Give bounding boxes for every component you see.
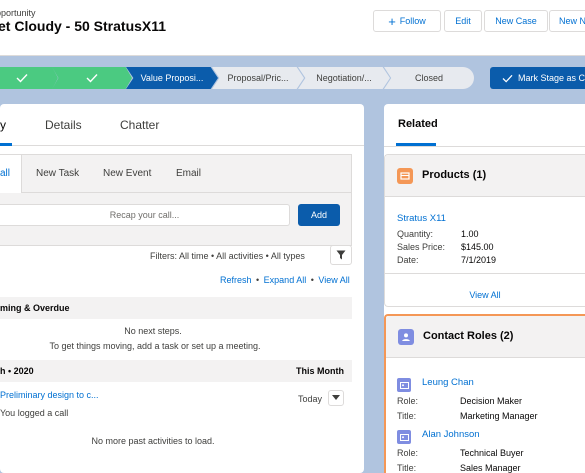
checkmark-icon	[502, 74, 513, 83]
path-stage-complete-2[interactable]	[52, 67, 132, 89]
title-value-1: Marketing Manager	[460, 411, 538, 421]
contact-roles-card: Contact Roles (2) Leung Chan Role: Decis…	[384, 314, 585, 473]
related-tab[interactable]: Related	[398, 118, 438, 130]
contact-roles-title[interactable]: Contact Roles (2)	[423, 330, 513, 342]
new-case-button[interactable]: New Case	[484, 10, 548, 32]
no-more-activities-text: No more past activities to load.	[91, 436, 215, 446]
tab-activity[interactable]: y	[0, 118, 6, 132]
follow-label: Follow	[399, 16, 426, 26]
active-tab-indicator	[0, 143, 12, 146]
contact-card-icon	[397, 430, 411, 444]
role-value-2: Technical Buyer	[460, 448, 524, 458]
tab-email[interactable]: Email	[176, 168, 201, 179]
activity-filters-text: Filters: All time • All activities • All…	[150, 251, 305, 261]
path-stage-complete-1[interactable]	[0, 67, 58, 89]
recap-call-input[interactable]: Recap your call...	[0, 204, 290, 226]
record-header: pportunity et Cloudy - 50 StratusX11 + F…	[0, 0, 585, 56]
object-type-label: pportunity	[0, 8, 36, 18]
edit-button[interactable]: Edit	[444, 10, 482, 32]
contact-roles-header: Contact Roles (2)	[386, 316, 585, 358]
sales-price-label: Sales Price:	[397, 242, 446, 252]
month-label: h • 2020	[0, 366, 34, 376]
date-label: Date:	[397, 255, 419, 265]
month-section-header[interactable]: h • 2020 This Month	[0, 360, 352, 382]
no-next-steps-text: No next steps.	[124, 326, 182, 336]
role-label-2: Role:	[397, 448, 419, 458]
role-label-1: Role:	[397, 396, 419, 406]
add-button[interactable]: Add	[298, 204, 340, 226]
activity-composer: all New Task New Event Email Recap your …	[0, 154, 352, 246]
activity-links: Refresh • Expand All • View All	[220, 275, 350, 285]
checkmark-icon	[86, 74, 98, 83]
tab-chatter[interactable]: Chatter	[120, 118, 159, 132]
tab-new-event[interactable]: New Event	[103, 168, 151, 179]
sales-price-value: $145.00	[461, 242, 494, 252]
contact-card-icon	[397, 378, 411, 392]
quantity-label: Quantity:	[397, 229, 434, 239]
contact-link-2[interactable]: Alan Johnson	[422, 429, 480, 440]
refresh-link[interactable]: Refresh	[220, 275, 252, 285]
composer-tabs: all New Task New Event Email	[0, 155, 351, 193]
contact-icon	[398, 329, 414, 345]
upcoming-overdue-label: ming & Overdue	[0, 303, 70, 313]
tab-log-call[interactable]: all	[0, 168, 10, 179]
record-title: et Cloudy - 50 StratusX11	[0, 18, 167, 34]
mark-stage-button[interactable]: Mark Stage as C	[490, 67, 585, 89]
quantity-value: 1.00	[461, 229, 479, 239]
new-note-button[interactable]: New N	[549, 10, 585, 32]
product-link[interactable]: Stratus X11	[397, 213, 446, 224]
products-card: Products (1) Stratus X11 Quantity: 1.00 …	[384, 154, 585, 307]
activity-item-title[interactable]: Preliminary design to c...	[0, 390, 99, 400]
filter-button[interactable]	[330, 245, 352, 265]
activity-panel: y Details Chatter all New Task New Event…	[0, 104, 364, 473]
checkmark-icon	[16, 74, 28, 83]
this-month-label: This Month	[296, 366, 344, 376]
contact-link-1[interactable]: Leung Chan	[422, 377, 474, 388]
activity-item-subtitle: You logged a call	[0, 408, 69, 418]
path-stage-negotiation[interactable]: Negotiation/...	[298, 67, 390, 89]
role-value-1: Decision Maker	[460, 396, 523, 406]
chevron-down-icon	[332, 395, 340, 400]
filter-icon	[336, 250, 346, 260]
products-view-all-link[interactable]: View All	[385, 290, 585, 300]
expand-all-link[interactable]: Expand All	[264, 275, 307, 285]
products-card-title[interactable]: Products (1)	[422, 169, 486, 181]
get-moving-text: To get things moving, add a task or set …	[49, 341, 261, 351]
mark-stage-label: Mark Stage as C	[518, 73, 585, 83]
path-stage-closed[interactable]: Closed	[384, 67, 474, 89]
tab-details[interactable]: Details	[45, 118, 82, 132]
follow-button[interactable]: + Follow	[373, 10, 441, 32]
title-label-2: Title:	[397, 463, 417, 473]
view-all-link[interactable]: View All	[318, 275, 349, 285]
tab-new-task[interactable]: New Task	[36, 168, 79, 179]
related-panel: Related Products (1) Stratus X11 Quantit…	[384, 104, 585, 473]
path-stage-current[interactable]: Value Proposi...	[126, 67, 218, 89]
activity-item-menu[interactable]	[328, 390, 344, 406]
product-icon	[397, 168, 413, 184]
products-card-header: Products (1)	[385, 155, 585, 197]
record-tabs: y Details Chatter	[0, 104, 364, 146]
title-label-1: Title:	[397, 411, 417, 421]
path-stage-proposal[interactable]: Proposal/Pric...	[212, 67, 304, 89]
plus-icon: +	[388, 13, 396, 29]
title-value-2: Sales Manager	[460, 463, 521, 473]
activity-item-date: Today	[298, 394, 323, 404]
upcoming-overdue-header[interactable]: ming & Overdue	[0, 297, 352, 319]
date-value: 7/1/2019	[461, 255, 497, 265]
